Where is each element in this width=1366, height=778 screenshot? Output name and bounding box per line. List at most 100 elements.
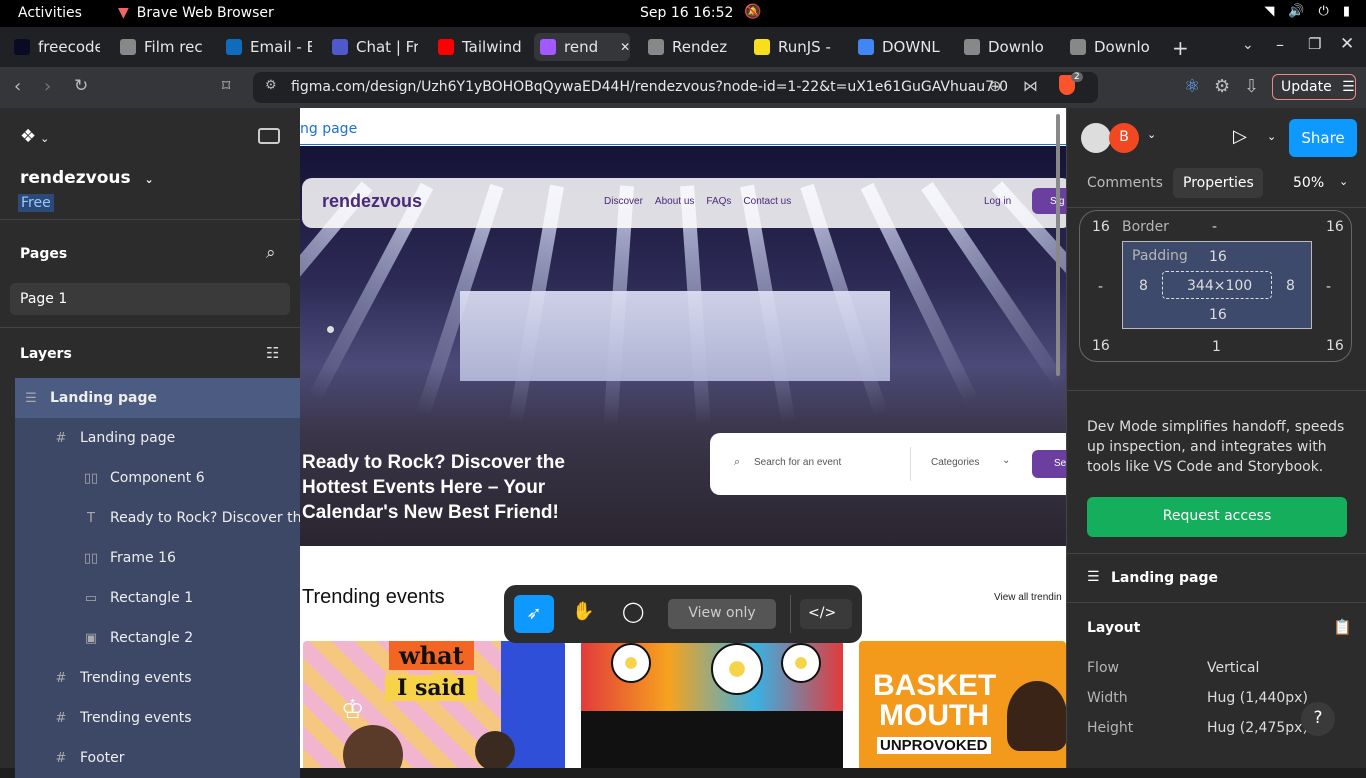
close-tab-icon[interactable]: ✕ <box>620 40 630 54</box>
view-all-link[interactable]: View all trendin <box>994 592 1062 603</box>
browser-tab[interactable]: Email - E <box>220 33 312 61</box>
chevron-down-icon[interactable]: ⌄ <box>1267 130 1276 143</box>
forward-button[interactable]: › <box>44 76 51 97</box>
daisy-illustration <box>611 643 651 683</box>
zoom-level[interactable]: 50% <box>1293 175 1324 191</box>
event-card-what-i-said[interactable]: what I said ♔ <box>303 641 565 768</box>
address-bar[interactable]: ⚙ figma.com/design/Uzh6Y1yBOHOBqQywaED44… <box>253 72 1098 103</box>
layer-row[interactable]: ▯▯ Component 6 <box>15 458 300 498</box>
search-icon[interactable]: ⌕ <box>266 243 276 263</box>
hand-tool-icon[interactable]: ✋ <box>572 601 594 622</box>
browser-tab[interactable]: DOWNL <box>852 33 944 61</box>
event-card-basketmouth[interactable]: BASKET MOUTH UNPROVOKED <box>859 641 1066 768</box>
help-button[interactable]: ? <box>1301 702 1335 736</box>
canvas-scrollbar[interactable] <box>1056 114 1060 376</box>
tab-list-chevron-icon[interactable]: ⌄ <box>1242 37 1254 53</box>
design-canvas[interactable]: ng page rendezvous Discover About us FAQs C… <box>300 108 1066 768</box>
file-name[interactable]: rendezvous ⌄ <box>20 168 154 188</box>
os-top-bar: Activities ▼ Brave Web Browser Sep 16 16… <box>0 0 1366 27</box>
minimize-window-button[interactable]: – <box>1276 35 1284 54</box>
tab-comments[interactable]: Comments <box>1087 175 1163 191</box>
browser-tab[interactable]: Film rec <box>114 33 206 61</box>
tab-properties[interactable]: Properties <box>1173 168 1263 198</box>
site-nav-link[interactable]: Discover <box>604 196 643 207</box>
layer-label: Rectangle 2 <box>110 630 194 646</box>
layer-label: Ready to Rock? Discover the <box>110 510 311 526</box>
layer-row[interactable]: # Footer <box>15 738 300 778</box>
figma-left-panel: ❖ ⌄ rendezvous ⌄ Free Pages ⌕ Page 1 Laye… <box>0 108 310 778</box>
avatar-b[interactable]: B <box>1109 123 1139 153</box>
site-nav-link[interactable]: Contact us <box>743 196 791 207</box>
activities-button[interactable]: Activities <box>18 5 82 21</box>
browser-tab[interactable]: rend ✕ <box>534 33 630 61</box>
layer-row[interactable]: # Landing page <box>15 418 300 458</box>
browser-tab[interactable]: freecode <box>8 33 100 61</box>
menu-icon: ☰ <box>1342 79 1355 95</box>
share-button[interactable]: Share <box>1289 119 1357 157</box>
browser-tab[interactable]: RunJS - <box>748 33 840 61</box>
login-link[interactable]: Log in <box>984 196 1011 207</box>
signup-button[interactable]: Sig <box>1032 188 1066 214</box>
collapse-layers-icon[interactable]: ☷ <box>266 344 279 362</box>
layer-row[interactable]: ▣ Rectangle 2 <box>15 618 300 658</box>
auto-layout-horizontal-icon: ▯▯ <box>83 470 99 486</box>
volume-icon: 🔊 <box>1288 4 1305 19</box>
app-menu[interactable]: ▼ Brave Web Browser <box>118 5 274 21</box>
event-card-flowers[interactable] <box>581 641 843 768</box>
site-nav-link[interactable]: About us <box>655 196 694 207</box>
comment-tool-icon[interactable]: ◯ <box>622 599 644 623</box>
copy-clipboard-icon[interactable]: 📋 <box>1333 618 1352 636</box>
user-avatar[interactable] <box>1081 123 1111 153</box>
new-tab-button[interactable]: + <box>1172 36 1189 60</box>
site-info-icon[interactable]: ⚙ <box>265 78 277 93</box>
dev-mode-toggle[interactable]: </> <box>800 599 852 629</box>
bookmark-icon[interactable]: ⌑ <box>222 76 230 95</box>
share-page-icon[interactable]: ⋈ <box>1023 77 1038 95</box>
extensions-puzzle-icon[interactable]: ⚙ <box>1214 76 1230 97</box>
event-search-input[interactable]: Search for an event <box>754 457 841 468</box>
maximize-window-button[interactable]: ❐ <box>1308 35 1321 53</box>
figma-right-panel: B ⌄ ▷ ⌄ Share Comments Properties 50% ⌄ … <box>1066 108 1366 768</box>
auto-layout-icon: ☰ <box>1087 569 1100 585</box>
layer-label: Component 6 <box>110 470 205 486</box>
chevron-down-icon[interactable]: ⌄ <box>1339 175 1348 188</box>
page-item-page-1[interactable]: Page 1 <box>10 283 290 315</box>
site-nav-link[interactable]: FAQs <box>706 196 731 207</box>
categories-select[interactable]: Categories <box>931 457 979 468</box>
browser-tab[interactable]: Rendez <box>642 33 734 61</box>
frame-label[interactable]: ng page <box>300 121 357 137</box>
extension-icon[interactable]: ⚛ <box>1184 76 1200 97</box>
back-button[interactable]: ‹ <box>14 76 21 97</box>
request-access-button[interactable]: Request access <box>1087 497 1347 537</box>
browser-tab[interactable]: Chat | Fr <box>326 33 418 61</box>
layout-value: Hug (2,475px) <box>1207 720 1308 736</box>
event-search-card: ⌕ Search for an event Categories ⌄ Se <box>710 433 1066 495</box>
layer-row[interactable]: # Trending events <box>15 658 300 698</box>
layer-row[interactable]: T Ready to Rock? Discover the <box>15 498 310 538</box>
present-play-icon[interactable]: ▷ <box>1233 126 1247 147</box>
reload-button[interactable]: ↻ <box>74 76 88 96</box>
system-tray[interactable]: ◥ 🔊 ⏻ ▮ <box>1264 4 1350 19</box>
move-tool-button[interactable]: ➶ <box>514 595 554 633</box>
layer-row[interactable]: # Trending events <box>15 698 300 738</box>
clock[interactable]: Sep 16 16:52 <box>640 5 733 21</box>
brand-logo: rendezvous <box>322 191 423 211</box>
dev-mode-description: Dev Mode simplifies handoff, speeds up i… <box>1087 419 1345 475</box>
figma-menu[interactable]: ❖ ⌄ <box>20 126 49 147</box>
update-button[interactable]: Update ☰ <box>1272 74 1356 100</box>
chevron-down-icon[interactable]: ⌄ <box>1147 128 1156 141</box>
zoom-icon[interactable]: ⊕ <box>989 77 1002 95</box>
browser-tab[interactable]: Downlo <box>958 33 1050 61</box>
frame-icon: # <box>55 710 67 726</box>
layer-row[interactable]: ▭ Rectangle 1 <box>15 578 300 618</box>
close-window-button[interactable]: ✕ <box>1340 34 1354 54</box>
browser-tab[interactable]: Tailwind <box>432 33 524 61</box>
search-button[interactable]: Se <box>1032 450 1066 478</box>
browser-tab[interactable]: Downlo <box>1064 33 1156 61</box>
layer-row[interactable]: ▯▯ Frame 16 <box>15 538 300 578</box>
card-word-unprovoked: UNPROVOKED <box>877 737 991 754</box>
layer-label: Footer <box>80 750 125 766</box>
layer-row[interactable]: ☰ Landing page <box>15 378 300 418</box>
downloads-icon[interactable]: ⇩ <box>1244 76 1259 97</box>
toggle-sidebar-icon[interactable] <box>258 128 280 144</box>
